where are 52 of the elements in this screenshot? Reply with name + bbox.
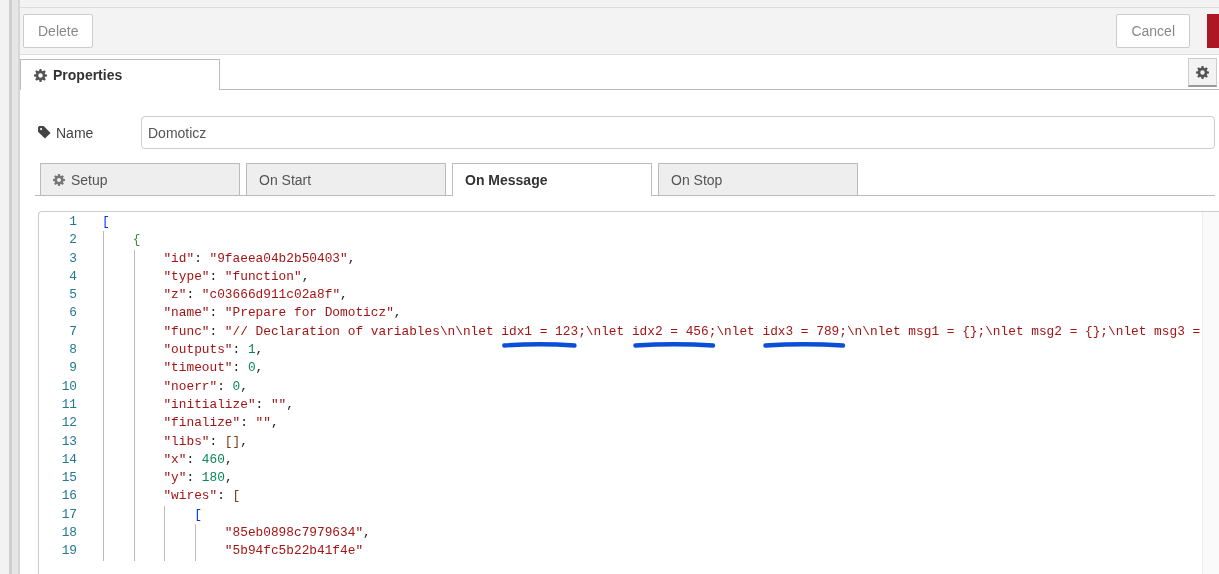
gear-icon <box>34 68 47 82</box>
name-label: Name <box>56 124 94 141</box>
code-line: "noerr": 0, <box>163 377 248 396</box>
code-line: "timeout": 0, <box>163 359 264 378</box>
line-number: 15 <box>60 469 77 488</box>
editor-tab[interactable]: Setup <box>40 163 240 195</box>
tag-icon <box>38 126 51 139</box>
code-line: "type": "function", <box>163 267 310 286</box>
code-line: "id": "9faeea04b2b50403", <box>163 249 356 268</box>
settings-button[interactable] <box>1188 58 1217 87</box>
line-number: 16 <box>60 487 77 506</box>
line-number: 5 <box>68 286 77 305</box>
delete-button[interactable]: Delete <box>23 14 94 48</box>
line-number: 18 <box>60 524 77 543</box>
code-line: [ <box>194 505 202 524</box>
editor-tab[interactable]: On Stop <box>658 163 858 195</box>
editor-tab[interactable]: On Message <box>452 163 652 196</box>
name-input[interactable]: Domoticz <box>141 116 1215 149</box>
code-line: "y": 180, <box>163 469 233 488</box>
code-editor[interactable] <box>38 211 1219 574</box>
line-number: 9 <box>68 359 77 378</box>
code-line: "5b94fc5b22b41f4e" <box>224 542 364 561</box>
line-number: 10 <box>60 377 77 396</box>
line-number: 17 <box>60 505 77 524</box>
gear-icon <box>1196 65 1209 79</box>
line-number: 4 <box>68 267 77 286</box>
line-number: 14 <box>60 450 77 469</box>
code-line: "x": 460, <box>163 450 233 469</box>
code-line: "outputs": 1, <box>163 341 264 360</box>
code-line: "wires": [ <box>163 487 241 506</box>
line-number: 13 <box>60 432 77 451</box>
code-line: "z": "c03666d911c02a8f", <box>163 286 348 305</box>
line-number: 3 <box>68 249 77 268</box>
line-number: 19 <box>60 542 77 561</box>
line-number: 12 <box>60 414 77 433</box>
code-line: "func": "// Declaration of variables\n\nlet idx1 = 123;\nlet idx2 = 456;\nlet idx3 = 789;\n\nlet msg1 = {};\nlet msg2 = {};\nlet msg3 = <box>163 322 1201 341</box>
line-number: 2 <box>68 231 77 250</box>
code-line: { <box>132 231 141 250</box>
code-line: [ <box>102 213 110 231</box>
code-line: "initialize": "", <box>163 395 294 414</box>
code-line: "85eb0898c7979634", <box>224 524 371 543</box>
editor-tab[interactable]: On Start <box>246 163 446 195</box>
line-number: 11 <box>60 395 77 414</box>
code-line: "finalize": "", <box>163 414 279 433</box>
line-number: 7 <box>68 322 77 341</box>
line-number: 8 <box>68 341 77 360</box>
code-line: "libs": [], <box>163 432 248 451</box>
properties-tab[interactable]: Properties <box>20 59 220 90</box>
line-number: 1 <box>68 213 77 231</box>
code-line: "name": "Prepare for Domoticz", <box>163 304 402 323</box>
cancel-button[interactable]: Cancel <box>1116 14 1190 48</box>
line-number: 6 <box>68 304 77 323</box>
